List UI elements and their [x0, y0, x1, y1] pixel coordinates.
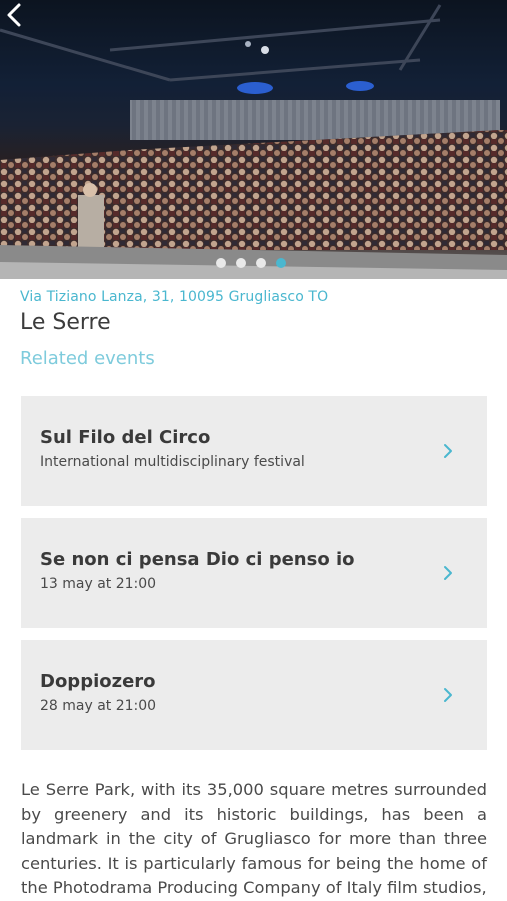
carousel-dot[interactable]	[216, 258, 226, 268]
event-card[interactable]: Se non ci pensa Dio ci penso io 13 may a…	[21, 518, 487, 628]
event-title: Se non ci pensa Dio ci penso io	[40, 549, 355, 570]
back-arrow-icon[interactable]	[0, 0, 30, 30]
event-subtitle: 13 may at 21:00	[40, 576, 157, 592]
chevron-right-icon	[444, 688, 452, 702]
event-card[interactable]: Doppiozero 28 may at 21:00	[21, 640, 487, 750]
chevron-right-icon	[444, 444, 452, 458]
hero-image[interactable]	[0, 0, 507, 279]
carousel-pagination	[216, 258, 286, 268]
related-events-heading: Related events	[20, 348, 155, 369]
event-subtitle: 28 may at 21:00	[40, 698, 157, 714]
carousel-dot-active[interactable]	[276, 258, 286, 268]
event-card[interactable]: Sul Filo del Circo International multidi…	[21, 396, 487, 506]
event-title: Doppiozero	[40, 671, 156, 692]
event-subtitle: International multidisciplinary festival	[40, 454, 305, 470]
carousel-dot[interactable]	[256, 258, 266, 268]
venue-address[interactable]: Via Tiziano Lanza, 31, 10095 Grugliasco …	[20, 289, 328, 305]
carousel-dot[interactable]	[236, 258, 246, 268]
chevron-right-icon	[444, 566, 452, 580]
venue-description: Le Serre Park, with its 35,000 square me…	[21, 780, 487, 898]
event-title: Sul Filo del Circo	[40, 427, 211, 448]
venue-name: Le Serre	[20, 310, 111, 335]
theatre-photo	[0, 4, 507, 279]
